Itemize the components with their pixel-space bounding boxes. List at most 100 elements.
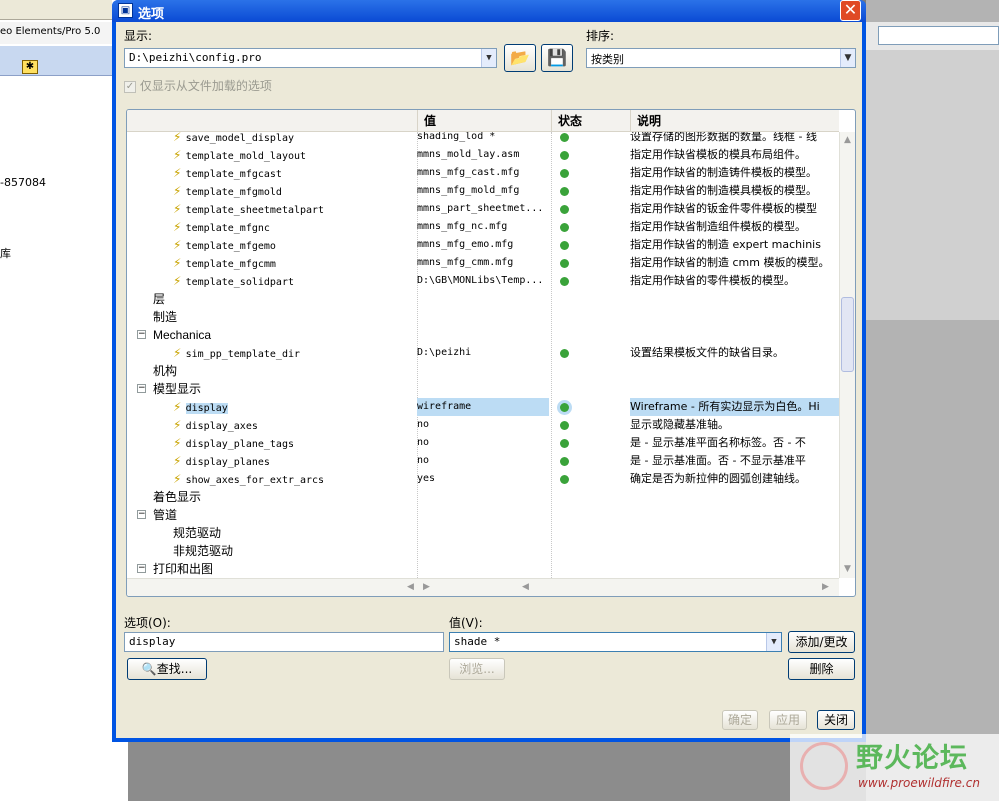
options-table[interactable]: 值 状态 说明 ⚡ save_model_display shading_lod … <box>126 109 856 597</box>
category-row[interactable]: 规范驱动 <box>127 524 839 542</box>
option-row[interactable]: ⚡ template_mfgmold mmns_mfg_mold_mfg 指定用作缺… <box>127 182 839 200</box>
option-value: mmns_mfg_cmm.mfg <box>417 257 514 268</box>
scroll-left-icon[interactable]: ◀ <box>522 582 529 592</box>
option-description: 指定用作缺省的制造模具模板的模型。 <box>630 184 817 197</box>
browse-button[interactable]: 浏览... <box>449 658 505 680</box>
category-row[interactable]: − 打印和出图 <box>127 560 839 578</box>
chevron-down-icon[interactable]: ▼ <box>481 49 496 67</box>
background-right-panel <box>866 50 999 320</box>
scroll-thumb[interactable] <box>841 297 854 372</box>
option-row[interactable]: ⚡ display_axes no 显示或隐藏基准轴。 <box>127 416 839 434</box>
option-value: D:\GB\MONLibs\Temp... <box>417 275 544 286</box>
apply-button[interactable]: 应用 <box>769 710 807 730</box>
option-label: 选项(O): <box>124 616 171 630</box>
option-row[interactable]: ⚡ template_mfgcmm mmns_mfg_cmm.mfg 指定用作缺省的… <box>127 254 839 272</box>
option-row[interactable]: ⚡ display_planes no 是 - 显示基准面。否 - 不显示基准平 <box>127 452 839 470</box>
option-bolt-icon: ⚡ <box>173 274 186 288</box>
option-row[interactable]: ⚡ template_mold_layout mmns_mold_lay.asm 指… <box>127 146 839 164</box>
horizontal-scrollbar[interactable]: ◀ ▶ ◀ ▶ <box>127 578 839 596</box>
option-row[interactable]: ⚡ show_axes_for_extr_arcs yes 确定是否为新拉伸的圆弧创… <box>127 470 839 488</box>
status-cell <box>551 272 629 290</box>
category-row[interactable]: 制造 <box>127 308 839 326</box>
value-select[interactable]: shade * ▼ <box>449 632 782 652</box>
option-description: 显示或隐藏基准轴。 <box>630 418 729 431</box>
scroll-right-icon[interactable]: ▶ <box>423 582 430 592</box>
collapse-icon[interactable]: − <box>137 564 146 573</box>
background-tab-strip <box>0 46 112 76</box>
category-row[interactable]: − 模型显示 <box>127 380 839 398</box>
status-cell <box>551 200 629 218</box>
option-description: 指定用作缺省的制造 expert machinis <box>630 238 821 251</box>
open-folder-button[interactable]: 📂 <box>504 44 536 72</box>
option-row[interactable]: ⚡ template_mfgnc mmns_mfg_nc.mfg 指定用作缺省制造组… <box>127 218 839 236</box>
scroll-left-icon[interactable]: ◀ <box>407 582 414 592</box>
value-label: 值(V): <box>449 616 483 630</box>
option-bolt-icon: ⚡ <box>173 132 186 144</box>
save-disk-icon: 💾 <box>547 48 567 67</box>
category-name: 管道 <box>153 508 178 522</box>
delete-button[interactable]: 删除 <box>788 658 855 680</box>
status-dot-icon <box>560 277 569 286</box>
option-row[interactable]: ⚡ sim_pp_template_dir D:\peizhi 设置结果模板文件的缺… <box>127 344 839 362</box>
collapse-icon[interactable]: − <box>137 384 146 393</box>
category-row[interactable]: 非规范驱动 <box>127 542 839 560</box>
status-dot-icon <box>560 205 569 214</box>
category-name: 层 <box>153 292 166 306</box>
status-cell <box>551 182 629 200</box>
option-row[interactable]: ⚡ save_model_display shading_lod * 设置存储的图形… <box>127 132 839 146</box>
column-header-status[interactable]: 状态 <box>551 110 630 132</box>
option-name: save_model_display <box>185 133 294 144</box>
collapse-icon[interactable]: − <box>137 510 146 519</box>
chevron-down-icon[interactable]: ▼ <box>766 633 781 651</box>
category-name: 着色显示 <box>153 490 202 504</box>
find-button[interactable]: 🔍查找... <box>127 658 207 680</box>
option-name: show_axes_for_extr_arcs <box>185 475 325 486</box>
status-dot-icon <box>560 151 569 160</box>
status-dot-icon <box>560 349 569 358</box>
option-row[interactable]: ⚡ display_plane_tags no 是 - 显示基准平面名称标签。否 -… <box>127 434 839 452</box>
background-bottom-area <box>128 742 866 801</box>
background-toolbar <box>0 0 112 20</box>
option-row[interactable]: ⚡ template_sheetmetalpart mmns_part_sheet… <box>127 200 839 218</box>
save-config-button[interactable]: 💾 <box>541 44 573 72</box>
option-row[interactable]: ⚡ display wireframe Wireframe - 所有实边显示为白色。… <box>127 398 839 416</box>
dialog-titlebar[interactable]: ▣ 选项 ✕ <box>112 0 866 22</box>
close-button[interactable]: 关闭 <box>817 710 855 730</box>
close-window-icon[interactable]: ✕ <box>840 0 861 21</box>
show-label: 显示: <box>124 29 153 43</box>
status-dot-icon <box>560 439 569 448</box>
option-input[interactable]: display <box>124 632 444 652</box>
option-row[interactable]: ⚡ template_mfgemo mmns_mfg_emo.mfg 指定用作缺省的… <box>127 236 839 254</box>
ok-button[interactable]: 确定 <box>722 710 758 730</box>
category-row[interactable]: − 管道 <box>127 506 839 524</box>
add-change-button[interactable]: 添加/更改 <box>788 631 855 653</box>
only-loaded-checkbox[interactable]: ✓ 仅显示从文件加载的选项 <box>124 77 272 94</box>
option-name: template_solidpart <box>185 277 294 288</box>
watermark-title: 野火论坛 <box>856 743 968 774</box>
scroll-up-icon[interactable]: ▲ <box>844 135 851 145</box>
collapse-icon[interactable]: − <box>137 330 146 339</box>
vertical-scrollbar[interactable]: ▲ ▼ <box>839 132 855 578</box>
category-row[interactable]: 机构 <box>127 362 839 380</box>
category-name: 打印和出图 <box>153 562 214 576</box>
find-button-label: 查找... <box>156 662 193 676</box>
tab-star-icon[interactable]: ✱ <box>22 60 38 74</box>
sort-select[interactable]: 按类别 ▼ <box>586 48 856 68</box>
option-name: display_plane_tags <box>185 439 294 450</box>
background-search-input[interactable] <box>878 26 999 45</box>
options-dialog: ▣ 选项 ✕ 显示: D:\peizhi\config.pro ▼ 📂 💾 排序… <box>112 0 866 742</box>
option-row[interactable]: ⚡ template_mfgcast mmns_mfg_cast.mfg 指定用作缺… <box>127 164 839 182</box>
status-cell <box>551 470 629 488</box>
show-file-select[interactable]: D:\peizhi\config.pro ▼ <box>124 48 497 68</box>
scroll-right-icon[interactable]: ▶ <box>822 582 829 592</box>
category-row[interactable]: 层 <box>127 290 839 308</box>
category-row[interactable]: 着色显示 <box>127 488 839 506</box>
column-header-description[interactable]: 说明 <box>630 110 839 132</box>
option-row[interactable]: ⚡ template_solidpart D:\GB\MONLibs\Temp..… <box>127 272 839 290</box>
chevron-down-icon[interactable]: ▼ <box>840 49 855 67</box>
table-body: ⚡ save_model_display shading_lod * 设置存储的图形… <box>127 132 839 578</box>
scroll-down-icon[interactable]: ▼ <box>844 564 851 574</box>
column-header-value[interactable]: 值 <box>417 110 551 132</box>
category-row[interactable]: − Mechanica <box>127 326 839 344</box>
option-name: display_planes <box>185 457 270 468</box>
